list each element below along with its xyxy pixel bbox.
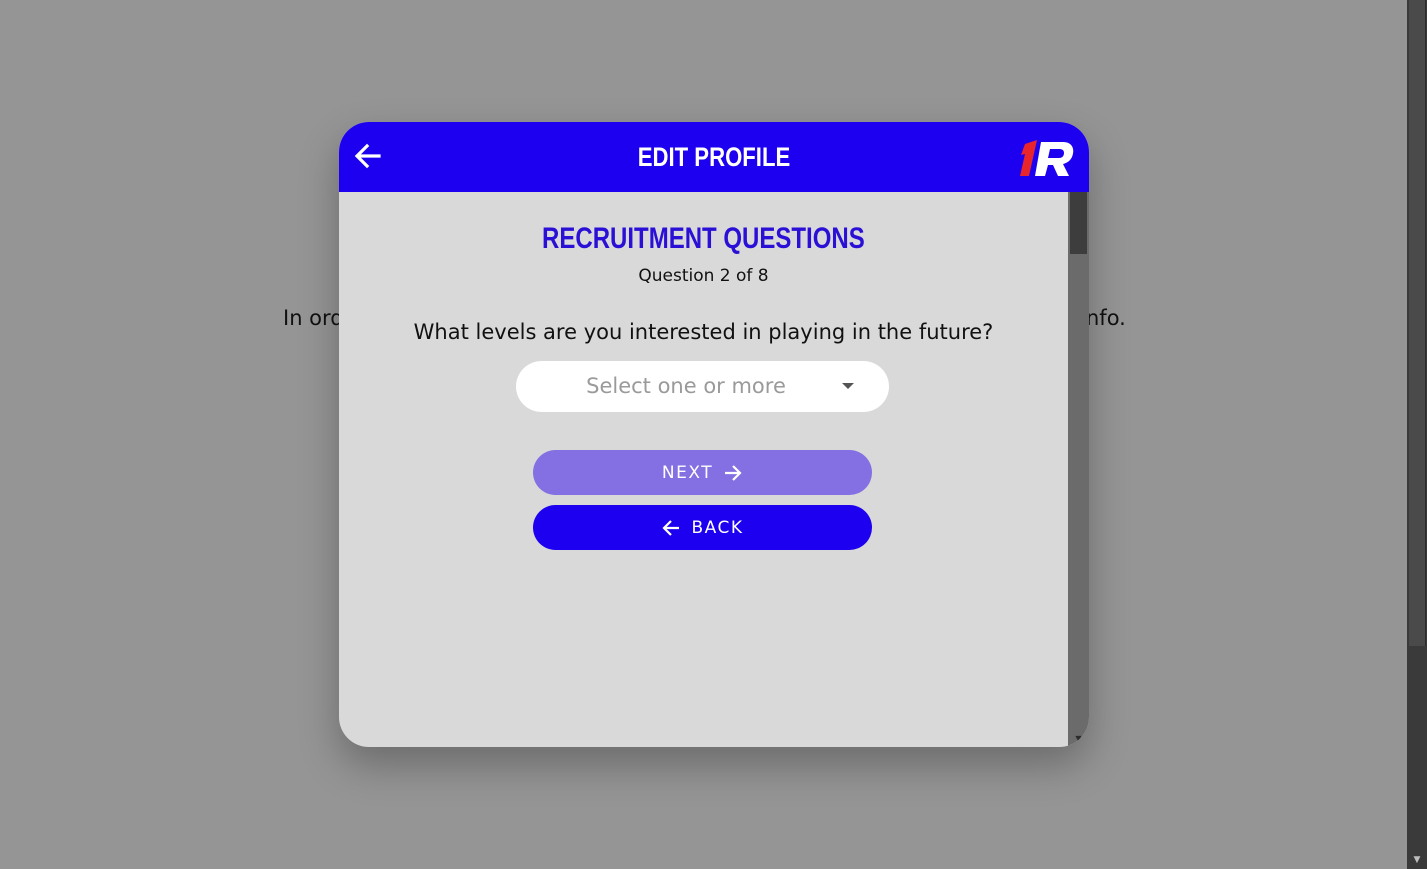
background-text-left: In ord xyxy=(283,306,344,330)
question-progress: Question 2 of 8 xyxy=(638,266,769,286)
back-button-label: BACK xyxy=(691,517,744,538)
modal-scrollbar[interactable]: ▼ xyxy=(1068,192,1089,747)
modal-body: RECRUITMENT QUESTIONS Question 2 of 8 Wh… xyxy=(339,192,1068,747)
scroll-down-arrow-icon[interactable]: ▼ xyxy=(1407,853,1427,867)
brand-logo xyxy=(1019,138,1077,178)
scroll-down-arrow-icon[interactable]: ▼ xyxy=(1070,733,1087,745)
arrow-right-icon xyxy=(723,463,743,483)
arrow-left-icon[interactable] xyxy=(353,141,383,171)
section-title: RECRUITMENT QUESTIONS xyxy=(542,222,865,255)
arrow-left-icon xyxy=(661,518,681,538)
question-text: What levels are you interested in playin… xyxy=(413,320,994,344)
next-button[interactable]: NEXT xyxy=(533,450,872,495)
modal-title: EDIT PROFILE xyxy=(637,142,791,172)
modal-header: EDIT PROFILE xyxy=(339,122,1089,192)
modal-scrollbar-thumb[interactable] xyxy=(1070,192,1087,254)
caret-down-icon xyxy=(842,383,854,389)
back-button[interactable]: BACK xyxy=(533,505,872,550)
background-text-right: nfo. xyxy=(1086,306,1126,330)
page-scrollbar[interactable]: ▼ xyxy=(1407,0,1427,869)
levels-multiselect[interactable]: Select one or more xyxy=(516,361,889,412)
next-button-label: NEXT xyxy=(661,462,714,483)
page-scrollbar-thumb[interactable] xyxy=(1409,0,1426,646)
select-placeholder: Select one or more xyxy=(586,374,786,398)
edit-profile-modal: EDIT PROFILE RECRUITMENT QUESTIONS Quest… xyxy=(339,122,1089,747)
